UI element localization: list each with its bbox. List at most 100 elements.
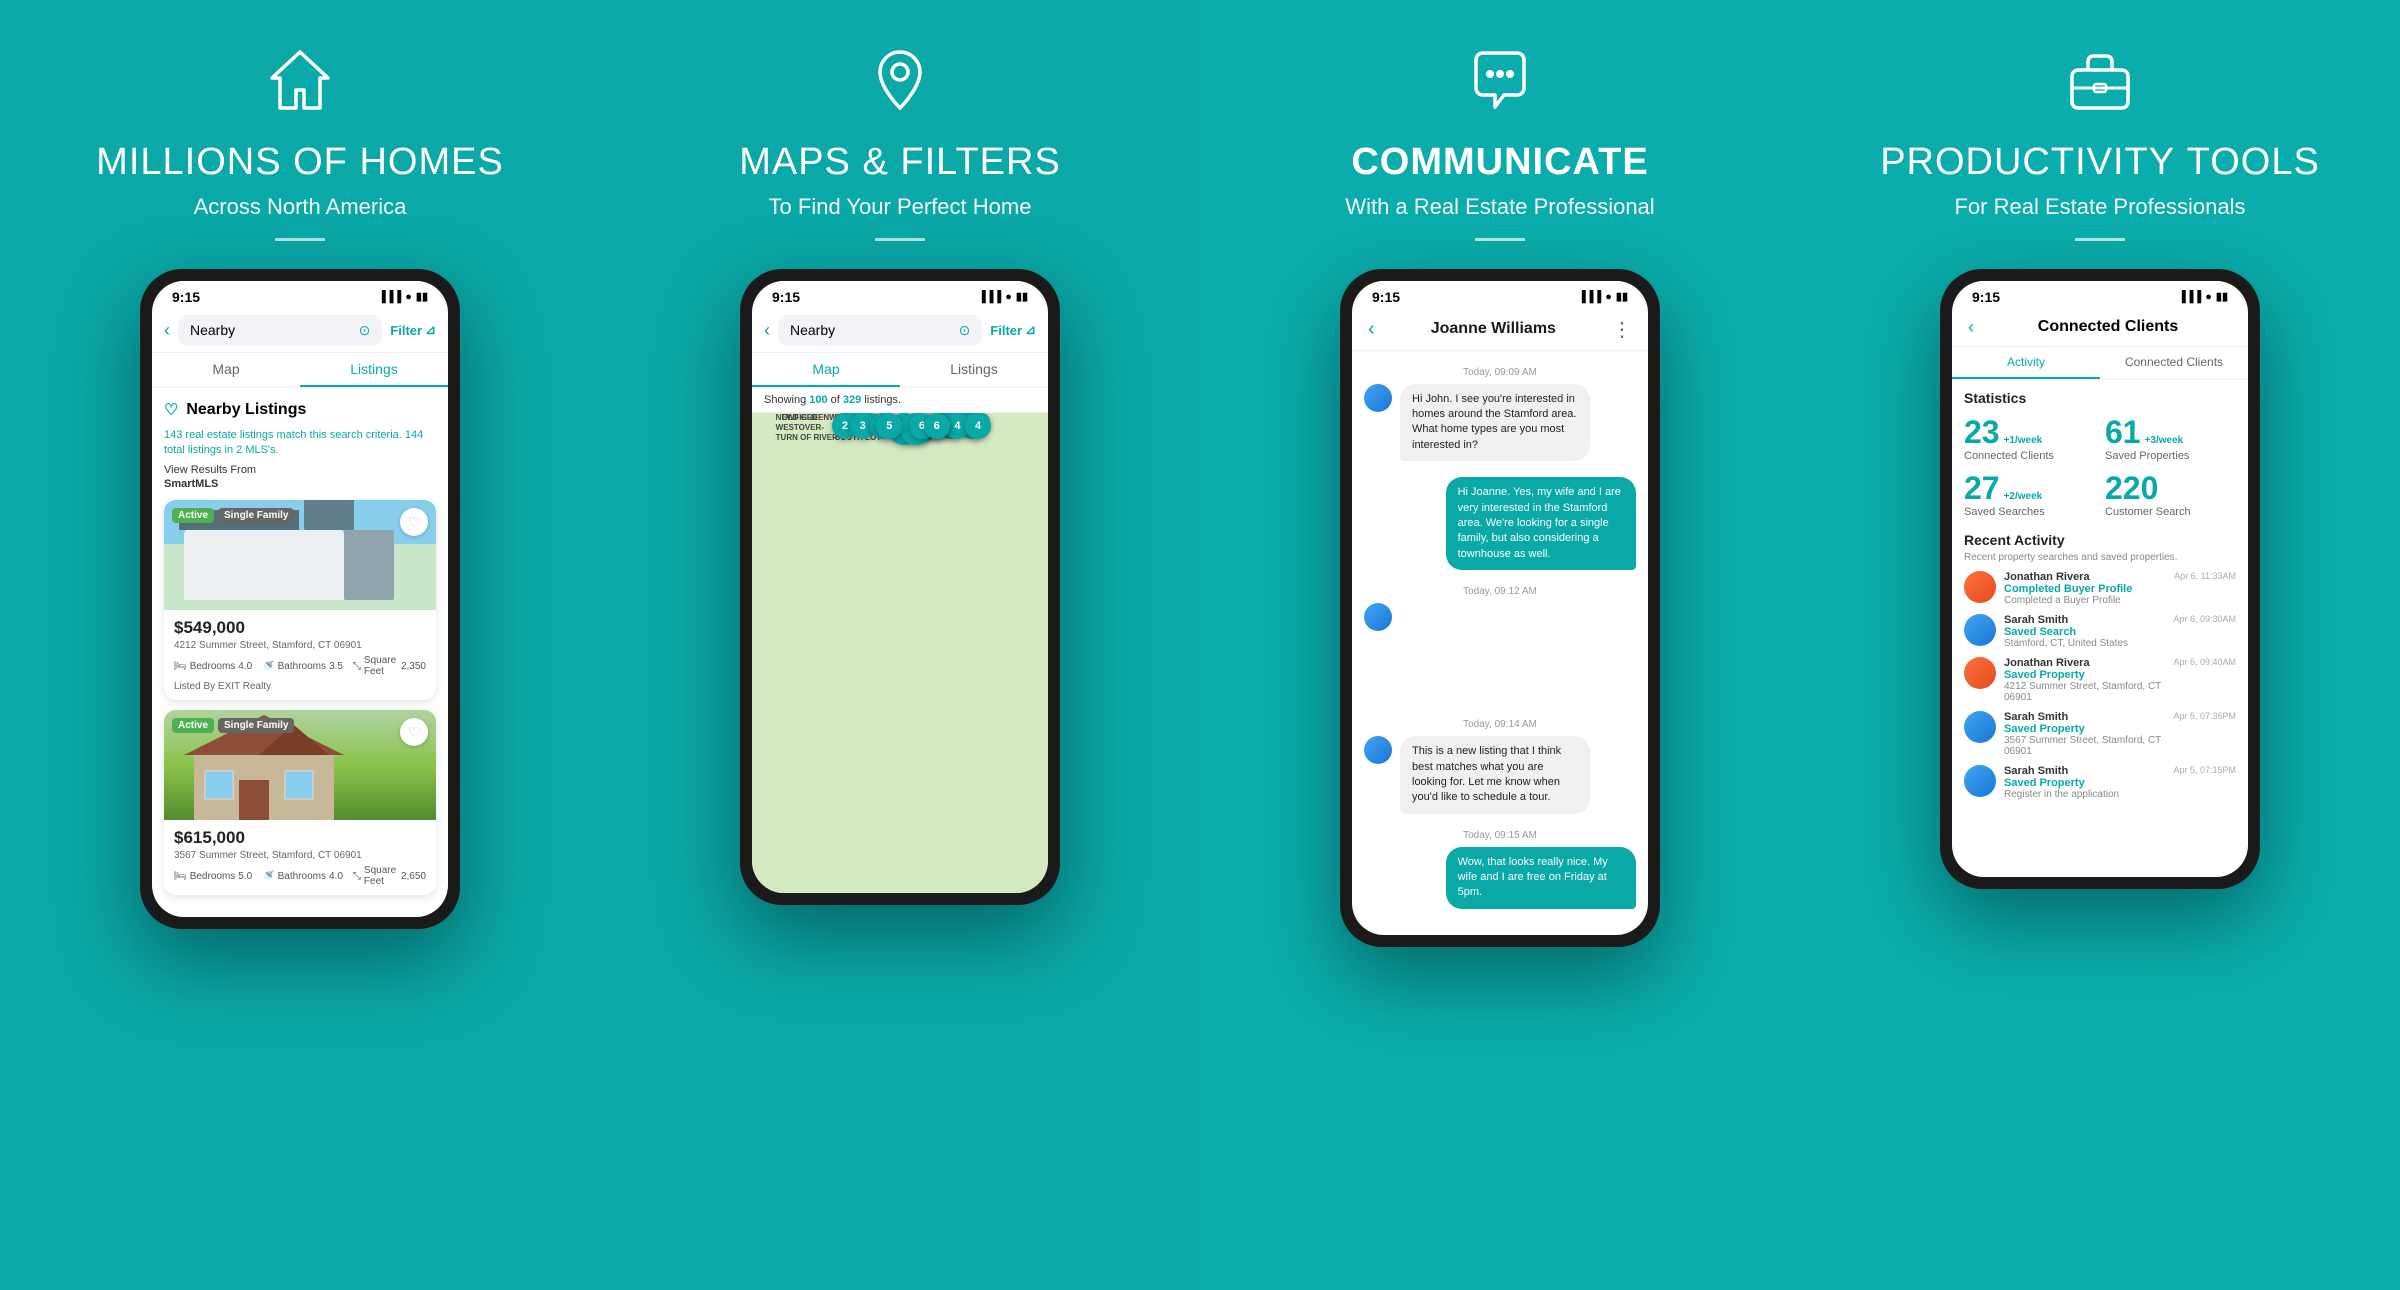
status-bar: 9:15 ▐▐▐ ● ▮▮ (152, 281, 448, 309)
baths-value: 3.5 (329, 661, 343, 672)
message-text-4: Wow, that looks really nice. My wife and… (1458, 856, 1608, 899)
crm-header: ‹ Connected Clients (1952, 309, 2248, 347)
activity-detail-1: Completed a Buyer Profile (2004, 595, 2166, 606)
showing-count: 100 (809, 394, 827, 406)
stats-title: Statistics (1964, 390, 2236, 406)
tab-map[interactable]: Map (152, 353, 300, 387)
listings-content: ♡ Nearby Listings 143 real estate listin… (152, 388, 448, 918)
sqft-value-2: 2,650 (401, 871, 426, 882)
wifi-icon-2: ● (1005, 291, 1012, 303)
tab-map-2[interactable]: Map (752, 353, 900, 387)
filter-label-2: Filter (990, 323, 1022, 338)
message-sent-1: Hi Joanne. Yes, my wife and I are very i… (1364, 477, 1636, 578)
tab-activity[interactable]: Activity (1952, 347, 2100, 379)
filter-button-2[interactable]: Filter ⊿ (990, 322, 1036, 338)
search-input[interactable]: Nearby ⊙ (178, 315, 382, 346)
panel-divider-3 (1475, 238, 1525, 241)
briefcase-icon (2060, 40, 2140, 120)
listing-badges-1: Active Single Family (172, 508, 294, 523)
section-title-text: Nearby Listings (186, 401, 306, 419)
activity-date-1: Apr 6, 11:33AM (2174, 571, 2236, 581)
listing-badges-2: Active Single Family (172, 718, 294, 733)
wifi-icon-3: ● (1605, 291, 1612, 303)
search-bar: ‹ Nearby ⊙ Filter ⊿ (152, 309, 448, 353)
location-icon-2: ⊙ (959, 322, 971, 339)
sqft-label: Square Feet (364, 655, 398, 677)
favorite-button-2[interactable]: ♡ (400, 718, 428, 746)
beds-detail: 🛏 Bedrooms 4.0 (174, 655, 252, 677)
panel-title: MILLIONS OF HOMES (96, 140, 504, 186)
listing-image-2: Active Single Family ♡ (164, 710, 436, 820)
activity-info-3: Jonathan Rivera Saved Property 4212 Summ… (2004, 657, 2165, 703)
sqft-detail: ⤡ Square Feet 2,350 (353, 655, 426, 677)
listing-meta: 143 real estate listings match this sear… (164, 428, 436, 459)
active-badge-2: Active (172, 718, 214, 733)
tab-connected-clients[interactable]: Connected Clients (2100, 347, 2248, 379)
tab-bar-2: Map Listings (752, 353, 1048, 388)
baths-label: Bathrooms (278, 661, 326, 672)
back-button-2[interactable]: ‹ (764, 320, 770, 341)
stat-label-4: Customer Search (2105, 506, 2236, 518)
map-pin-16[interactable]: 6 (924, 413, 950, 439)
chat-header: ‹ Joanne Williams ⋮ (1352, 309, 1648, 351)
beds-value: 4.0 (238, 661, 252, 672)
filter-button[interactable]: Filter ⊿ (390, 322, 436, 338)
phone-mockup-3: 9:15 ▐▐▐ ● ▮▮ ‹ Joanne Williams ⋮ Today,… (1340, 269, 1660, 947)
baths-value-2: 4.0 (329, 871, 343, 882)
tab-listings-2[interactable]: Listings (900, 353, 1048, 387)
map-pin-10[interactable]: 4 (965, 413, 991, 439)
sqft-icon: ⤡ (353, 661, 361, 672)
activity-name-1: Jonathan Rivera (2004, 571, 2166, 583)
chat-date-3: Today, 09:14 AM (1364, 719, 1636, 730)
status-time: 9:15 (172, 289, 200, 305)
battery-icon-2: ▮▮ (1016, 290, 1028, 303)
map-pin-15[interactable]: 5 (876, 413, 902, 439)
contact-name: Joanne Williams (1431, 320, 1556, 338)
search-input-2[interactable]: Nearby ⊙ (778, 315, 982, 346)
chat-messages: Today, 09:09 AM Hi John. I see you're in… (1352, 351, 1648, 935)
crm-title: Connected Clients (1984, 318, 2232, 336)
crm-back-button[interactable]: ‹ (1968, 317, 1974, 338)
activity-avatar-2 (1964, 614, 1996, 646)
crm-tab-bar: Activity Connected Clients (1952, 347, 2248, 380)
phone-mockup: 9:15 ▐▐▐ ● ▮▮ ‹ Nearby ⊙ Filter ⊿ (140, 269, 460, 930)
activity-action-4: Saved Property (2004, 723, 2165, 735)
activity-date-3: Apr 6, 09:40AM (2173, 657, 2236, 667)
listing-card-2[interactable]: Active Single Family ♡ $615,000 3567 Sum… (164, 710, 436, 895)
signal-icon-4: ▐▐▐ (2178, 291, 2201, 303)
listing-card-1[interactable]: Active Single Family ♡ $549,000 4212 Sum… (164, 500, 436, 700)
battery-icon-4: ▮▮ (2216, 290, 2228, 303)
sqft-detail-2: ⤡ Square Feet 2,650 (353, 865, 426, 887)
back-button[interactable]: ‹ (164, 320, 170, 341)
view-results-label: View Results From (164, 464, 436, 476)
signal-icon-3: ▐▐▐ (1578, 291, 1601, 303)
status-bar-2: 9:15 ▐▐▐ ● ▮▮ (752, 281, 1048, 309)
map-container[interactable]: NEWFIELDWESTOVER-TURN OF RIVER WEST SIDE… (752, 413, 1048, 893)
listing-image-1: Active Single Family ♡ (164, 500, 436, 610)
listing-price-2: $615,000 (174, 828, 426, 848)
sqft-value: 2,350 (401, 661, 426, 672)
stat-customer-search: 220 Customer Search (2105, 472, 2236, 518)
stat-num-1: 23 (1964, 416, 2000, 448)
status-time-4: 9:15 (1972, 289, 2000, 305)
bath-icon-2: 🚿 (262, 871, 274, 882)
stat-connected-clients: 23 +1/week Connected Clients (1964, 416, 2095, 462)
signal-icon: ▐▐▐ (378, 291, 401, 303)
panel-divider-4 (2075, 238, 2125, 241)
contact-avatar-3 (1364, 736, 1392, 764)
signal-icon-2: ▐▐▐ (978, 291, 1001, 303)
more-options-button[interactable]: ⋮ (1612, 317, 1632, 342)
favorite-button-1[interactable]: ♡ (400, 508, 428, 536)
mls-name: SmartMLS (164, 478, 436, 490)
listing-address-2: 3567 Summer Street, Stamford, CT 06901 (174, 850, 426, 861)
chat-back-button[interactable]: ‹ (1368, 318, 1375, 341)
message-text-1: Hi John. I see you're interested in home… (1412, 393, 1576, 451)
location-icon: ⊙ (359, 322, 371, 339)
stat-saved-searches: 27 +2/week Saved Searches (1964, 472, 2095, 518)
chat-date-1: Today, 09:09 AM (1364, 367, 1636, 378)
location-icon (860, 40, 940, 120)
tab-listings[interactable]: Listings (300, 353, 448, 387)
activity-avatar-5 (1964, 765, 1996, 797)
message-received-2: This is a new listing that I think best … (1364, 736, 1636, 822)
baths-detail-2: 🚿 Bathrooms 4.0 (262, 865, 343, 887)
